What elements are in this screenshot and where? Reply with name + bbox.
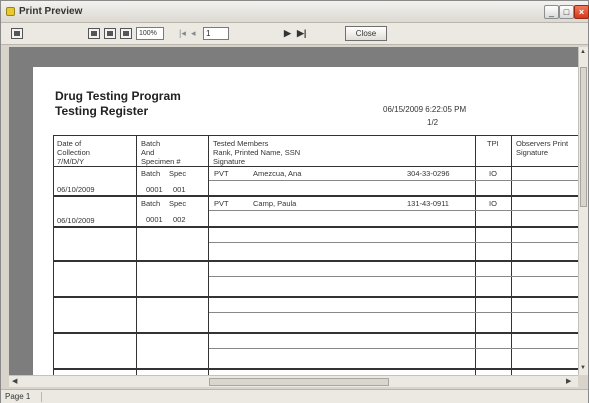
member-name: Camp, Paula (253, 199, 297, 208)
signature-line (209, 312, 578, 313)
two-page-icon[interactable] (104, 28, 116, 39)
header-batch: Batch And Specimen # (141, 139, 181, 166)
report-subtitle: Testing Register (55, 104, 149, 118)
signature-line (209, 180, 578, 181)
row-divider (53, 296, 578, 298)
signature-line (209, 242, 578, 243)
multi-page-icon[interactable] (120, 28, 132, 39)
batch-number: 0001 (146, 185, 163, 194)
column-divider (136, 136, 137, 375)
header-tpi: TPI (487, 139, 499, 148)
page-number-input[interactable]: 1 (203, 27, 229, 40)
close-button[interactable]: Close (345, 26, 387, 41)
header-date: Date of Collection 7/M/D/Y (57, 139, 90, 166)
zoom-select[interactable]: 100% (136, 27, 164, 40)
close-window-button[interactable]: × (574, 5, 589, 19)
row-divider (53, 368, 578, 370)
spec-label: Spec (169, 199, 187, 208)
header-observer: Observers Print Signature (516, 139, 569, 157)
report-page: Drug Testing Program Testing Register 06… (33, 67, 578, 375)
specimen-number: 002 (173, 215, 186, 224)
status-bar: Page 1 (1, 389, 588, 403)
minimize-button[interactable]: _ (544, 5, 559, 19)
batch-label: Batch (141, 169, 161, 178)
column-divider (475, 136, 476, 375)
window-title: Print Preview (19, 6, 83, 17)
report-datetime: 06/15/2009 6:22:05 PM (383, 105, 467, 114)
batch-number: 0001 (146, 215, 163, 224)
print-icon[interactable] (11, 28, 23, 39)
row-date: 06/10/2009 (57, 185, 95, 194)
row-date: 06/10/2009 (57, 216, 95, 225)
vertical-scroll-thumb[interactable] (580, 67, 587, 207)
member-rank: PVT (214, 169, 229, 178)
column-divider (208, 136, 209, 375)
single-page-icon[interactable] (88, 28, 100, 39)
register-table: Date of Collection 7/M/D/Y Batch And Spe… (53, 135, 578, 375)
member-ssn: 304-33-0296 (407, 169, 450, 178)
horizontal-scrollbar[interactable]: ◀ ▶ (9, 375, 578, 387)
specimen-number: 001 (173, 185, 186, 194)
status-separator (41, 392, 42, 402)
signature-line (209, 348, 578, 349)
batch-label: Batch (141, 199, 161, 208)
scroll-up-icon[interactable]: ▲ (580, 49, 586, 55)
row-divider (53, 332, 578, 334)
signature-line (209, 276, 578, 277)
scroll-down-icon[interactable]: ▼ (580, 365, 586, 371)
report-page-number: 1/2 (427, 118, 439, 127)
member-ssn: 131-43-0911 (407, 199, 449, 208)
first-page-button[interactable]: |◂ (179, 28, 186, 39)
spec-label: Spec (169, 169, 187, 178)
member-name: Amezcua, Ana (253, 169, 302, 178)
header-divider (53, 166, 578, 167)
app-icon (6, 7, 15, 16)
scroll-right-icon[interactable]: ▶ (566, 377, 571, 385)
column-divider (511, 136, 512, 375)
scroll-left-icon[interactable]: ◀ (12, 377, 17, 385)
title-bar: Print Preview _ □ × (1, 1, 589, 23)
last-page-button[interactable]: ▶| (297, 28, 306, 39)
member-rank: PVT (214, 199, 229, 208)
column-divider (53, 136, 54, 375)
row-divider (53, 226, 578, 228)
member-tpi: IO (489, 199, 497, 208)
status-text: Page 1 (5, 392, 31, 401)
report-title: Drug Testing Program (55, 89, 181, 103)
row-divider (53, 260, 578, 262)
preview-area: Drug Testing Program Testing Register 06… (9, 47, 578, 375)
member-tpi: IO (489, 169, 497, 178)
vertical-scrollbar[interactable]: ▲ ▼ (578, 47, 588, 375)
maximize-button[interactable]: □ (559, 5, 574, 19)
signature-line (209, 210, 578, 211)
header-tested-members: Tested Members Rank, Printed Name, SSN S… (213, 139, 301, 166)
horizontal-scroll-thumb[interactable] (209, 378, 389, 386)
row-divider (53, 195, 578, 197)
previous-page-button[interactable]: ◂ (191, 28, 196, 39)
next-page-button[interactable]: ▶ (284, 28, 291, 39)
print-preview-window: Print Preview _ □ × 100% |◂ ◂ 1 ▶ ▶| Clo… (0, 0, 589, 403)
toolbar: 100% |◂ ◂ 1 ▶ ▶| Close (1, 23, 588, 45)
